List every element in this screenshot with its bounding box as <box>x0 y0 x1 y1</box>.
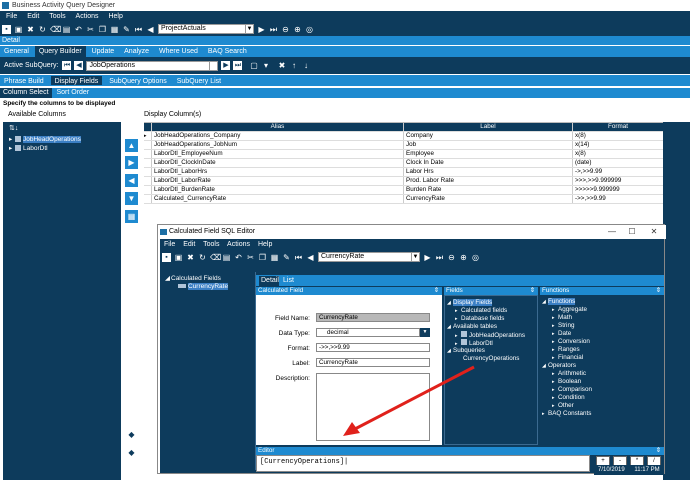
annotation-arrow <box>343 365 475 436</box>
